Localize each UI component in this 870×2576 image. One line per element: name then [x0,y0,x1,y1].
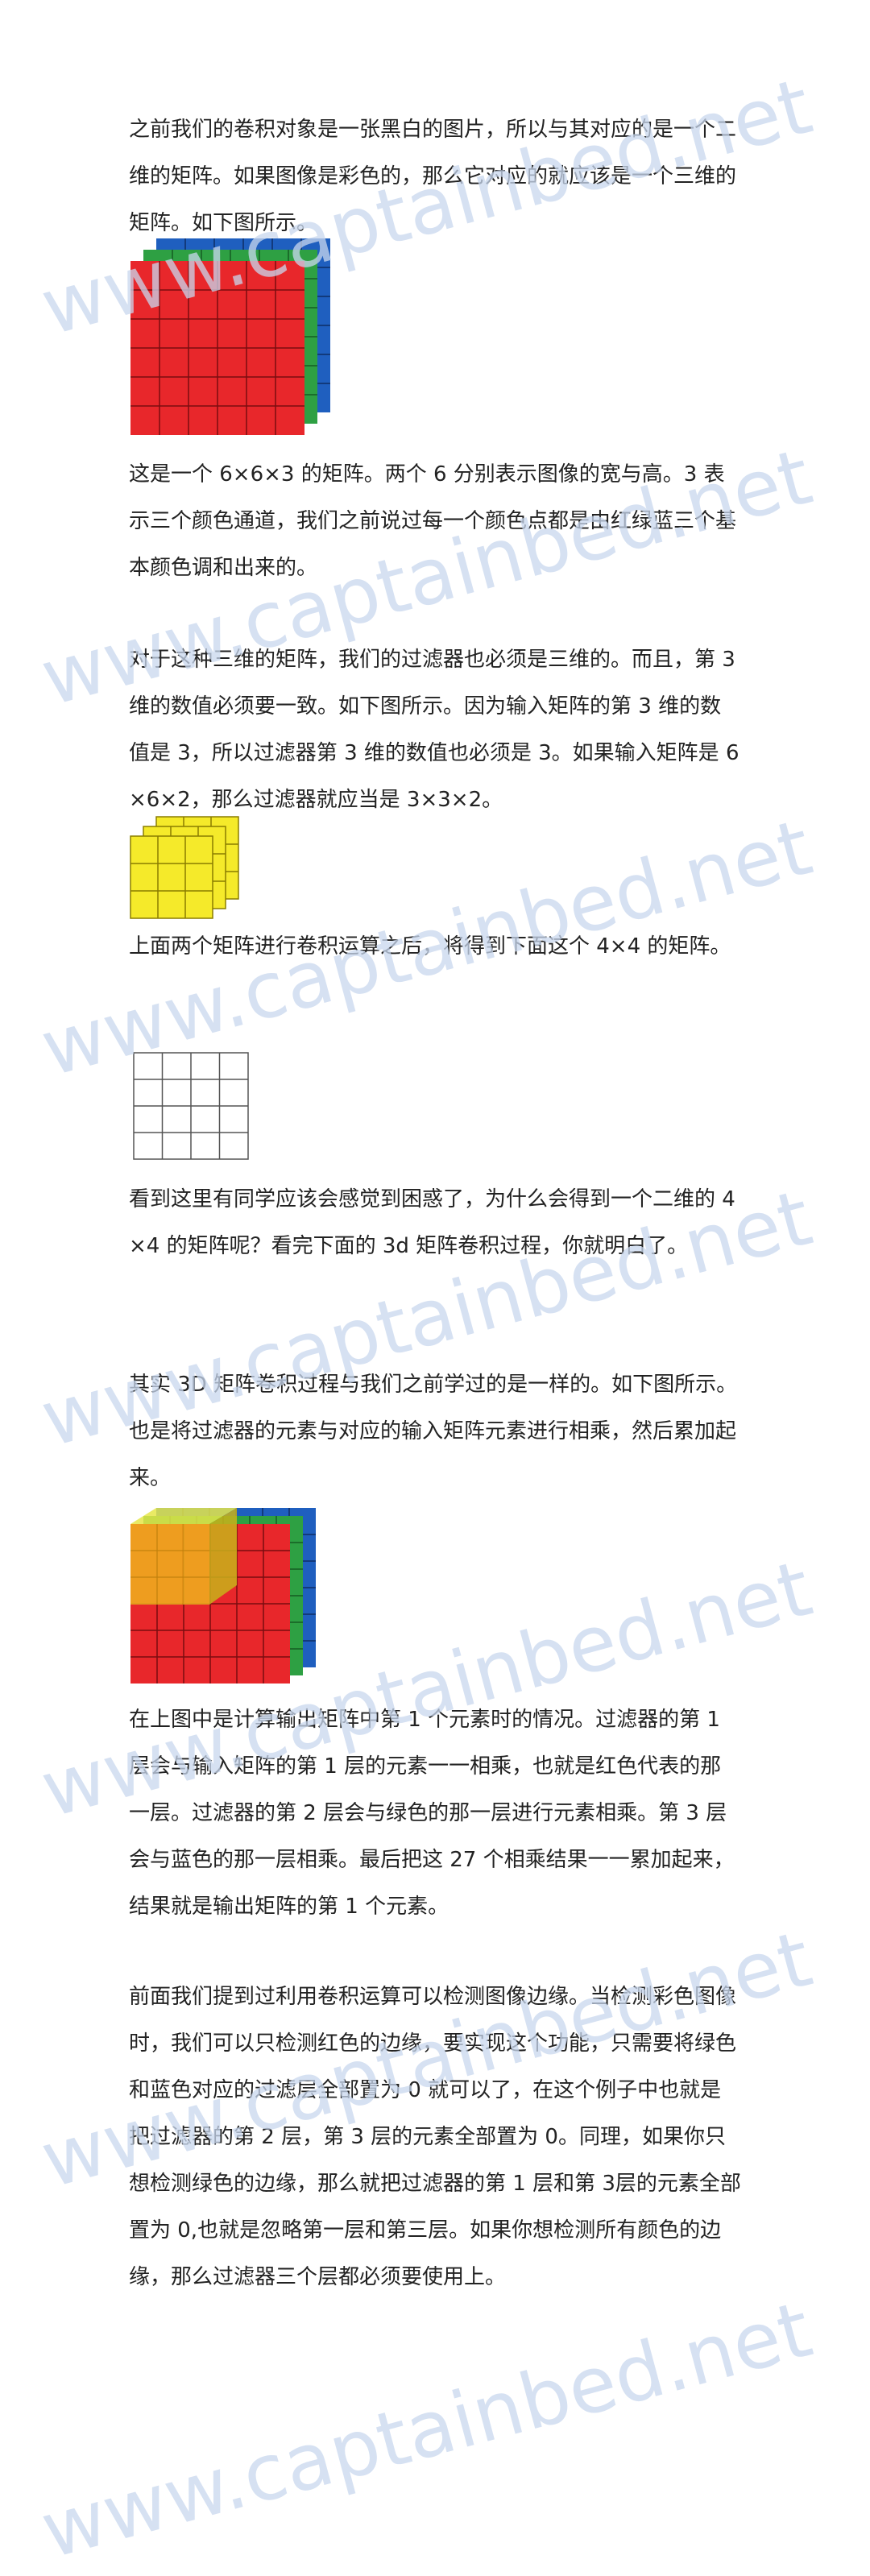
paragraph-5: 看到这里有同学应该会感觉到困惑了，为什么会得到一个二维的 4×4 的矩阵呢？看完… [129,1187,735,1258]
filter-front-layer [130,835,213,919]
paragraph-7: 在上图中是计算输出矩阵中第 1 个元素时的情况。过滤器的第 1 层会与输入矩阵的… [129,1708,735,1919]
paragraph-2: 这是一个 6×6×3 的矩阵。两个 6 分别表示图像的宽与高。3 表示三个颜色通… [129,462,737,580]
paragraph-4: 上面两个矩阵进行卷积运算之后，将得到下面这个 4×4 的矩阵。 [129,934,731,959]
paragraph-1: 之前我们的卷积对象是一张黑白的图片，所以与其对应的是一个二维的矩阵。如果图像是彩… [129,118,737,235]
article: 之前我们的卷积对象是一张黑白的图片，所以与其对应的是一个二维的矩阵。如果图像是彩… [0,0,870,2528]
paragraph-3: 对于这种三维的矩阵，我们的过滤器也必须是三维的。而且，第 3 维的数值必须要一致… [129,648,740,812]
paragraph-6: 其实 3D 矩阵卷积过程与我们之前学过的是一样的。如下图所示。也是将过滤器的元素… [129,1373,738,1490]
red-layer [130,261,304,435]
paragraph-8: 前面我们提到过利用卷积运算可以检测图像边缘。当检测彩色图像时，我们可以只检测红色… [129,1985,741,2289]
filter-3x3x3-figure [130,816,239,919]
3d-convolution-figure [130,1508,316,1684]
filter-cube-overlay [130,1508,237,1605]
output-matrix-4x4-figure [133,1052,249,1160]
rgb-matrix-6x6x3-figure [130,238,330,435]
